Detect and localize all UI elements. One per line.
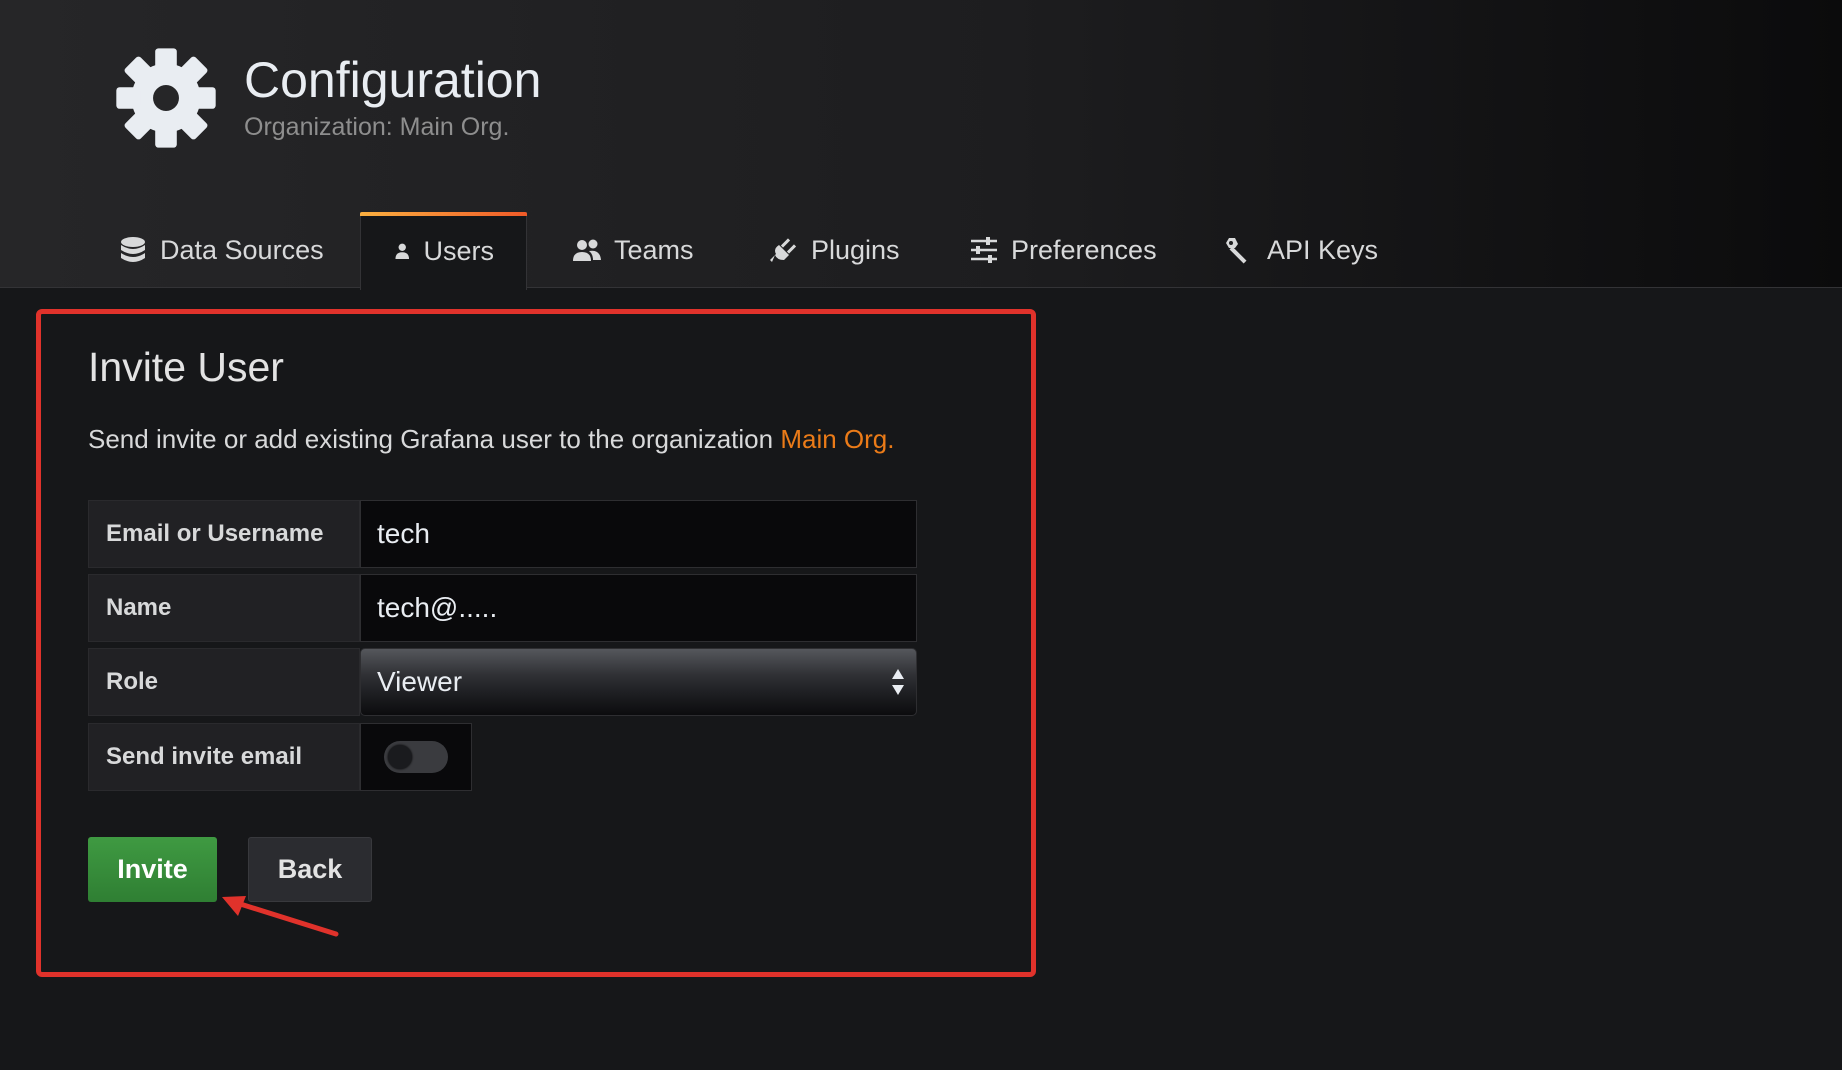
users-icon: [573, 239, 601, 261]
tab-api-keys[interactable]: API Keys: [1225, 212, 1378, 288]
tab-users[interactable]: Users: [360, 212, 527, 290]
annotation-arrow-icon: [222, 896, 339, 937]
tab-label: Teams: [614, 234, 694, 265]
tab-data-sources[interactable]: Data Sources: [118, 212, 324, 288]
tab-plugins[interactable]: Plugins: [769, 212, 900, 288]
key-icon: [1226, 238, 1247, 264]
page-title: Configuration: [244, 52, 542, 108]
tab-label: API Keys: [1267, 234, 1379, 265]
tab-label: Data Sources: [160, 234, 324, 265]
page-header: Configuration Organization: Main Org. Da…: [0, 0, 1842, 290]
page-subtitle: Organization: Main Org.: [244, 113, 510, 141]
sliders-icon: [971, 237, 997, 263]
config-tabs: Data Sources Users Teams Plugins Prefere…: [0, 212, 1842, 290]
annotation-highlight-box: [36, 309, 1036, 977]
tab-preferences[interactable]: Preferences: [969, 212, 1157, 288]
gear-icon: [116, 48, 216, 148]
user-icon: [395, 243, 410, 260]
tab-label: Preferences: [1011, 234, 1157, 265]
database-icon: [121, 237, 145, 262]
tab-label: Plugins: [811, 234, 900, 265]
plug-icon: [770, 238, 797, 262]
tab-label: Users: [423, 235, 494, 266]
tab-teams[interactable]: Teams: [572, 212, 694, 288]
